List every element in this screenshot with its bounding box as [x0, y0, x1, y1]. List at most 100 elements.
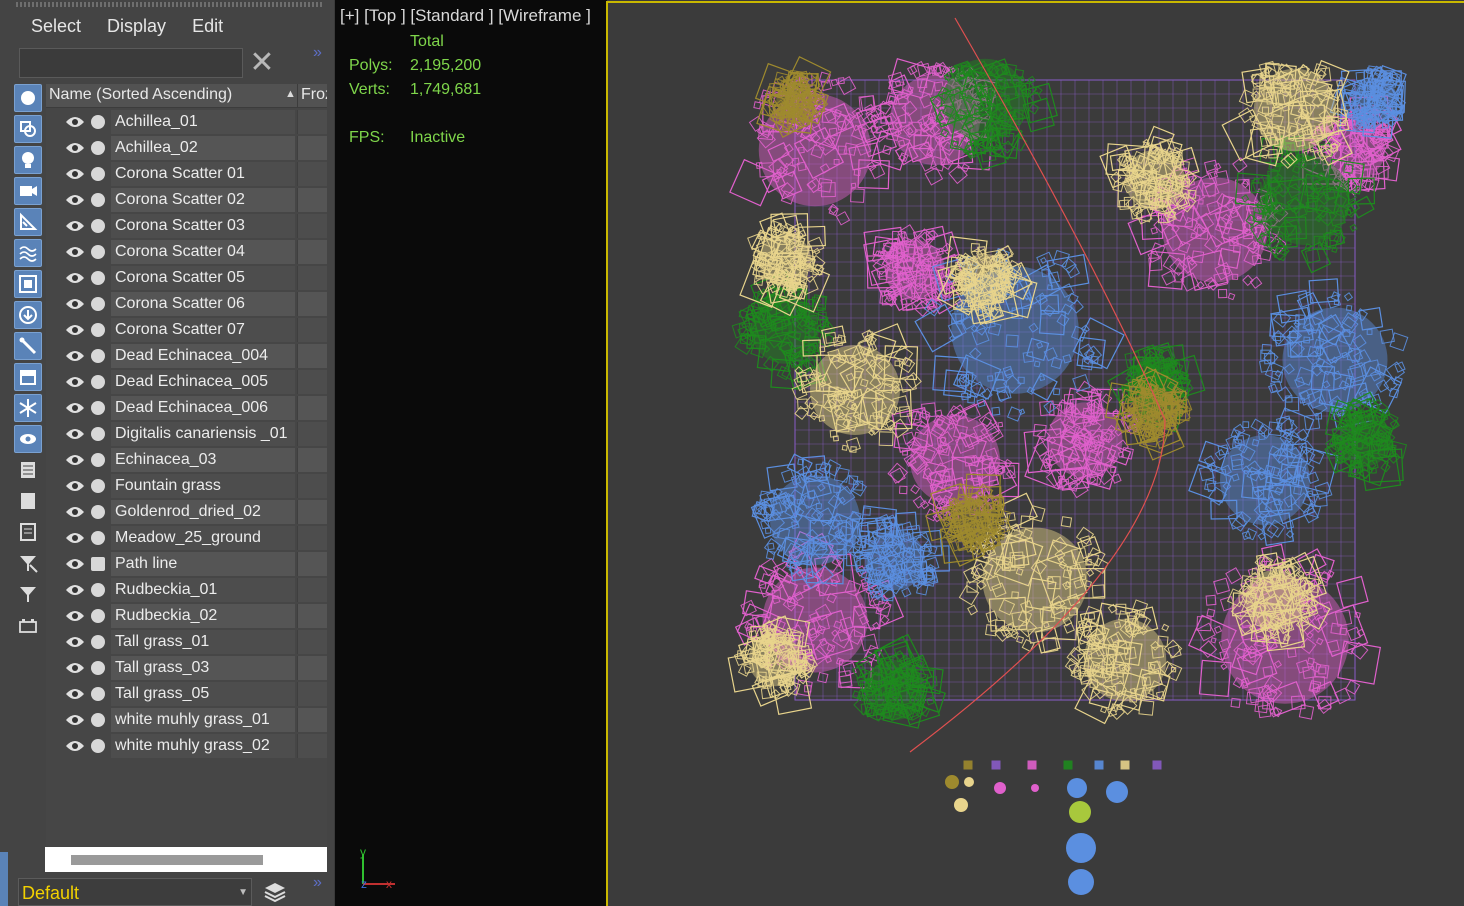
menu-edit[interactable]: Edit: [179, 14, 236, 44]
frozen-cell[interactable]: [297, 552, 327, 576]
list-item[interactable]: Fountain grass: [46, 473, 327, 499]
frozen-cell[interactable]: [297, 110, 327, 134]
object-name[interactable]: Corona Scatter 04: [111, 240, 295, 264]
geometry-icon[interactable]: [14, 84, 42, 112]
list-item[interactable]: white muhly grass_01: [46, 707, 327, 733]
layers-toggle-icon[interactable]: [14, 611, 42, 639]
visibility-eye-icon[interactable]: [65, 427, 85, 441]
object-name[interactable]: Dead Echinacea_004: [111, 344, 295, 368]
frozen-cell[interactable]: [297, 474, 327, 498]
visibility-eye-icon[interactable]: [65, 297, 85, 311]
frozen-cell[interactable]: [297, 136, 327, 160]
object-name[interactable]: Tall grass_01: [111, 630, 295, 654]
visibility-eye-icon[interactable]: [65, 375, 85, 389]
object-name[interactable]: Corona Scatter 03: [111, 214, 295, 238]
frozen-cell[interactable]: [297, 734, 327, 758]
menu-display[interactable]: Display: [94, 14, 179, 44]
visibility-eye-icon[interactable]: [65, 531, 85, 545]
horizontal-scrollbar[interactable]: [45, 847, 327, 872]
frozen-cell[interactable]: [297, 578, 327, 602]
list-item[interactable]: Rudbeckia_02: [46, 603, 327, 629]
list-item[interactable]: Corona Scatter 02: [46, 187, 327, 213]
frozen-cell[interactable]: [297, 188, 327, 212]
spacewarps-icon[interactable]: [14, 239, 42, 267]
visibility-eye-icon[interactable]: [65, 687, 85, 701]
visibility-eye-icon[interactable]: [65, 401, 85, 415]
visibility-eye-icon[interactable]: [65, 219, 85, 233]
visibility-eye-icon[interactable]: [65, 557, 85, 571]
visibility-eye-icon[interactable]: [65, 271, 85, 285]
list-item[interactable]: Corona Scatter 06: [46, 291, 327, 317]
visibility-eye-icon[interactable]: [65, 609, 85, 623]
visibility-eye-icon[interactable]: [65, 323, 85, 337]
object-name[interactable]: Achillea_02: [111, 136, 295, 160]
object-name[interactable]: Corona Scatter 02: [111, 188, 295, 212]
visibility-eye-icon[interactable]: [65, 713, 85, 727]
object-name[interactable]: Meadow_25_ground: [111, 526, 295, 550]
list-item[interactable]: Corona Scatter 04: [46, 239, 327, 265]
filter-clear-icon[interactable]: [14, 549, 42, 577]
list-item[interactable]: Tall grass_01: [46, 629, 327, 655]
frozen-icon[interactable]: [14, 394, 42, 422]
list-item[interactable]: Dead Echinacea_005: [46, 369, 327, 395]
select-none-icon[interactable]: [14, 487, 42, 515]
select-all-icon[interactable]: [14, 456, 42, 484]
bones-icon[interactable]: [14, 332, 42, 360]
object-name[interactable]: Dead Echinacea_005: [111, 370, 295, 394]
layers-stack-icon[interactable]: [258, 878, 292, 906]
viewport-top[interactable]: [+] [Top ] [Standard ] [Wireframe ] Tota…: [335, 0, 1464, 906]
object-name[interactable]: Achillea_01: [111, 110, 295, 134]
visibility-eye-icon[interactable]: [65, 349, 85, 363]
object-name[interactable]: Rudbeckia_01: [111, 578, 295, 602]
lights-icon[interactable]: [14, 146, 42, 174]
groups-icon[interactable]: [14, 270, 42, 298]
frozen-cell[interactable]: [297, 422, 327, 446]
frozen-cell[interactable]: [297, 318, 327, 342]
frozen-cell[interactable]: [297, 682, 327, 706]
containers-icon[interactable]: [14, 363, 42, 391]
invert-icon[interactable]: [14, 518, 42, 546]
xrefs-icon[interactable]: [14, 301, 42, 329]
frozen-cell[interactable]: [297, 344, 327, 368]
object-name[interactable]: Goldenrod_dried_02: [111, 500, 295, 524]
expand-arrows-icon[interactable]: »: [313, 874, 322, 892]
frozen-cell[interactable]: [297, 370, 327, 394]
visibility-eye-icon[interactable]: [65, 193, 85, 207]
panel-edge-tab[interactable]: [0, 852, 8, 906]
close-icon[interactable]: ✕: [247, 46, 277, 80]
visibility-eye-icon[interactable]: [65, 635, 85, 649]
object-name[interactable]: Tall grass_05: [111, 682, 295, 706]
frozen-cell[interactable]: [297, 396, 327, 420]
panel-grip[interactable]: [16, 2, 322, 7]
column-name-header[interactable]: Name (Sorted Ascending): [49, 86, 232, 104]
frozen-cell[interactable]: [297, 162, 327, 186]
visibility-eye-icon[interactable]: [65, 661, 85, 675]
list-item[interactable]: white muhly grass_02: [46, 733, 327, 759]
frozen-cell[interactable]: [297, 708, 327, 732]
search-input[interactable]: [19, 48, 243, 78]
object-name[interactable]: Corona Scatter 07: [111, 318, 295, 342]
object-name[interactable]: Corona Scatter 05: [111, 266, 295, 290]
layer-dropdown[interactable]: Default ▼: [18, 878, 252, 906]
object-name[interactable]: white muhly grass_02: [111, 734, 295, 758]
object-name[interactable]: Corona Scatter 06: [111, 292, 295, 316]
list-item[interactable]: Achillea_01: [46, 109, 327, 135]
helpers-icon[interactable]: [14, 208, 42, 236]
list-item[interactable]: Corona Scatter 07: [46, 317, 327, 343]
object-name[interactable]: white muhly grass_01: [111, 708, 295, 732]
visibility-eye-icon[interactable]: [65, 167, 85, 181]
frozen-cell[interactable]: [297, 214, 327, 238]
visibility-eye-icon[interactable]: [65, 479, 85, 493]
hidden-icon[interactable]: [14, 425, 42, 453]
frozen-cell[interactable]: [297, 266, 327, 290]
column-frozen-header[interactable]: Froz: [297, 84, 327, 108]
visibility-eye-icon[interactable]: [65, 505, 85, 519]
list-item[interactable]: Goldenrod_dried_02: [46, 499, 327, 525]
list-item[interactable]: Corona Scatter 05: [46, 265, 327, 291]
object-name[interactable]: Path line: [111, 552, 295, 576]
frozen-cell[interactable]: [297, 656, 327, 680]
frozen-cell[interactable]: [297, 500, 327, 524]
cameras-icon[interactable]: [14, 177, 42, 205]
filter-icon[interactable]: [14, 580, 42, 608]
object-name[interactable]: Rudbeckia_02: [111, 604, 295, 628]
